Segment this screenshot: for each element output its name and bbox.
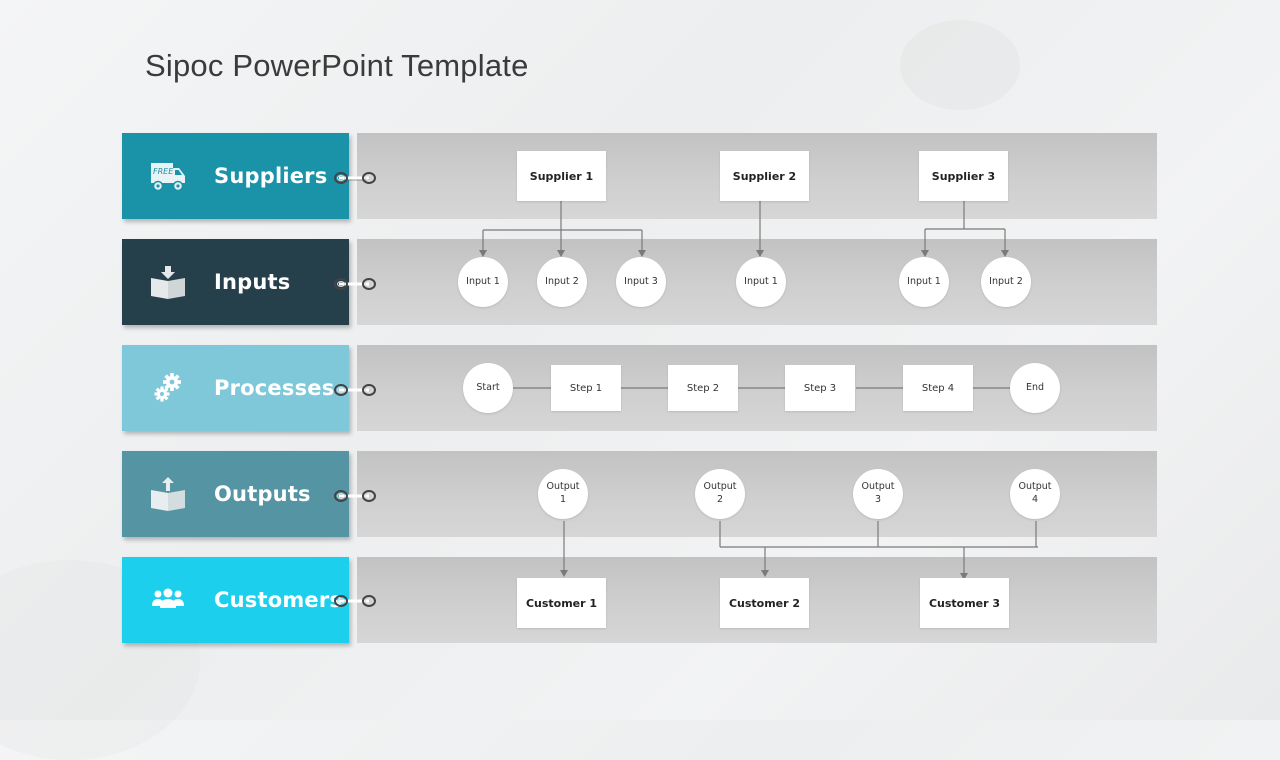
output-number: 2 <box>716 494 724 505</box>
box-arrow-out-icon <box>148 474 188 514</box>
gears-icon <box>148 368 188 408</box>
row-label-text: Outputs <box>214 482 311 506</box>
link-connector-icon <box>334 595 376 607</box>
process-step-node: Step 4 <box>903 365 973 411</box>
customer-node: Customer 1 <box>517 578 606 628</box>
row-label-processes: Processes <box>122 345 349 431</box>
output-label: Output <box>1018 481 1052 493</box>
row-label-outputs: Outputs <box>122 451 349 537</box>
input-node: Input 1 <box>736 257 786 307</box>
link-connector-icon <box>334 490 376 502</box>
row-label-suppliers: FREE Suppliers <box>122 133 349 219</box>
input-node: Input 1 <box>899 257 949 307</box>
users-group-icon <box>148 580 188 620</box>
process-step-node: Step 1 <box>551 365 621 411</box>
box-arrow-in-icon <box>148 262 188 302</box>
output-label: Output <box>546 481 580 493</box>
process-end-node: End <box>1010 363 1060 413</box>
link-connector-icon <box>334 278 376 290</box>
customer-node: Customer 3 <box>920 578 1009 628</box>
output-node: Output 2 <box>695 469 745 519</box>
row-label-inputs: Inputs <box>122 239 349 325</box>
row-label-text: Inputs <box>214 270 291 294</box>
input-node: Input 1 <box>458 257 508 307</box>
output-label: Output <box>861 481 895 493</box>
row-label-text: Processes <box>214 376 335 400</box>
row-label-text: Customers <box>214 588 343 612</box>
supplier-node: Supplier 2 <box>720 151 809 201</box>
page-title: Sipoc PowerPoint Template <box>145 48 529 83</box>
link-connector-icon <box>334 172 376 184</box>
row-label-text: Suppliers <box>214 164 328 188</box>
process-start-node: Start <box>463 363 513 413</box>
output-number: 1 <box>559 494 567 505</box>
row-label-customers: Customers <box>122 557 349 643</box>
output-node: Output 4 <box>1010 469 1060 519</box>
process-step-node: Step 2 <box>668 365 738 411</box>
svg-text:FREE: FREE <box>153 167 174 176</box>
supplier-node: Supplier 1 <box>517 151 606 201</box>
output-node: Output 1 <box>538 469 588 519</box>
supplier-node: Supplier 3 <box>919 151 1008 201</box>
input-node: Input 2 <box>537 257 587 307</box>
input-node: Input 3 <box>616 257 666 307</box>
output-node: Output 3 <box>853 469 903 519</box>
process-step-node: Step 3 <box>785 365 855 411</box>
output-label: Output <box>703 481 737 493</box>
background-decoration <box>900 20 1020 110</box>
output-number: 4 <box>1031 494 1039 505</box>
delivery-truck-icon: FREE <box>148 156 188 196</box>
input-node: Input 2 <box>981 257 1031 307</box>
output-number: 3 <box>874 494 882 505</box>
customer-node: Customer 2 <box>720 578 809 628</box>
link-connector-icon <box>334 384 376 396</box>
